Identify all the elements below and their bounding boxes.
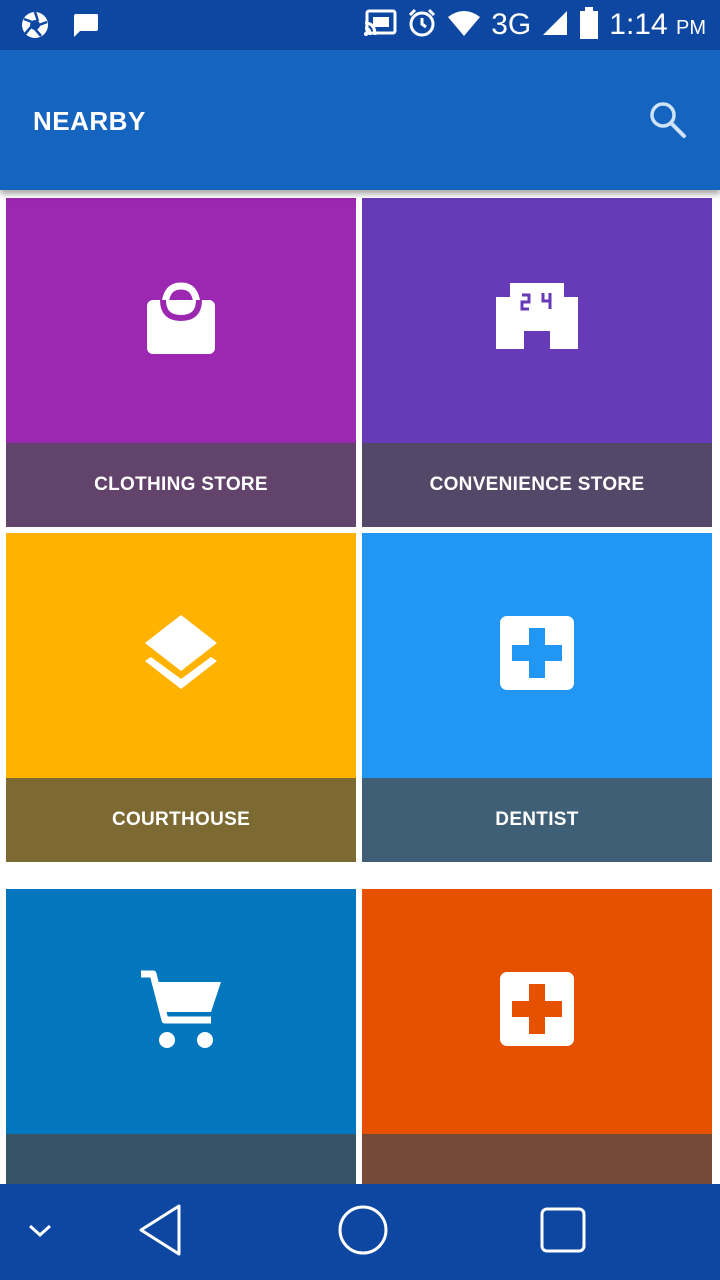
navigation-bar — [0, 1184, 720, 1280]
status-bar: 3G 1:14 PM — [0, 0, 720, 50]
tile-courthouse[interactable]: COURTHOUSE — [6, 533, 356, 862]
tile-hospital[interactable] — [362, 889, 712, 1184]
layers-icon — [141, 613, 221, 698]
clock-time: 1:14 — [609, 8, 668, 41]
chevron-down-icon — [26, 1220, 54, 1245]
tile-clothing-store[interactable]: CLOTHING STORE — [6, 198, 356, 527]
tile-icon-area — [6, 198, 356, 443]
store-24-icon — [496, 283, 578, 358]
tile-icon-area — [362, 889, 712, 1134]
signal-icon — [541, 9, 569, 42]
tile-icon-area — [6, 889, 356, 1134]
wifi-icon — [447, 9, 481, 42]
tile-icon-area — [362, 533, 712, 778]
tile-label: DENTIST — [362, 778, 712, 862]
recents-icon — [539, 1206, 587, 1259]
app-bar: NEARBY — [0, 50, 720, 190]
battery-icon — [579, 6, 599, 44]
tile-label — [6, 1134, 356, 1184]
tile-label: CONVENIENCE STORE — [362, 443, 712, 527]
hide-nav-button[interactable] — [20, 1184, 60, 1280]
tile-shopping[interactable] — [6, 889, 356, 1184]
back-button[interactable] — [130, 1184, 190, 1280]
home-icon — [337, 1204, 389, 1261]
tile-label: COURTHOUSE — [6, 778, 356, 862]
tile-label — [362, 1134, 712, 1184]
shopping-cart-icon — [139, 968, 223, 1055]
message-icon — [70, 10, 100, 45]
back-icon — [137, 1203, 183, 1262]
alarm-icon — [407, 8, 437, 43]
hospital-icon — [500, 972, 574, 1051]
network-type: 3G — [491, 8, 532, 41]
aperture-icon — [20, 10, 50, 45]
clock: 1:14 PM — [609, 8, 706, 42]
home-button[interactable] — [333, 1184, 393, 1280]
search-icon — [646, 102, 690, 146]
shopping-bag-icon — [141, 278, 221, 363]
tile-icon-area — [6, 533, 356, 778]
category-grid: CLOTHING STORE CONVENIENCE STORE COURTHO… — [0, 190, 720, 1184]
tile-dentist[interactable]: DENTIST — [362, 533, 712, 862]
recents-button[interactable] — [533, 1184, 593, 1280]
tile-label: CLOTHING STORE — [6, 443, 356, 527]
tile-convenience-store[interactable]: CONVENIENCE STORE — [362, 198, 712, 527]
page-title: NEARBY — [33, 106, 146, 136]
search-button[interactable] — [646, 98, 690, 142]
medical-cross-icon — [500, 616, 574, 695]
tile-icon-area — [362, 198, 712, 443]
clock-ampm: PM — [676, 17, 706, 39]
cast-icon — [363, 9, 397, 42]
